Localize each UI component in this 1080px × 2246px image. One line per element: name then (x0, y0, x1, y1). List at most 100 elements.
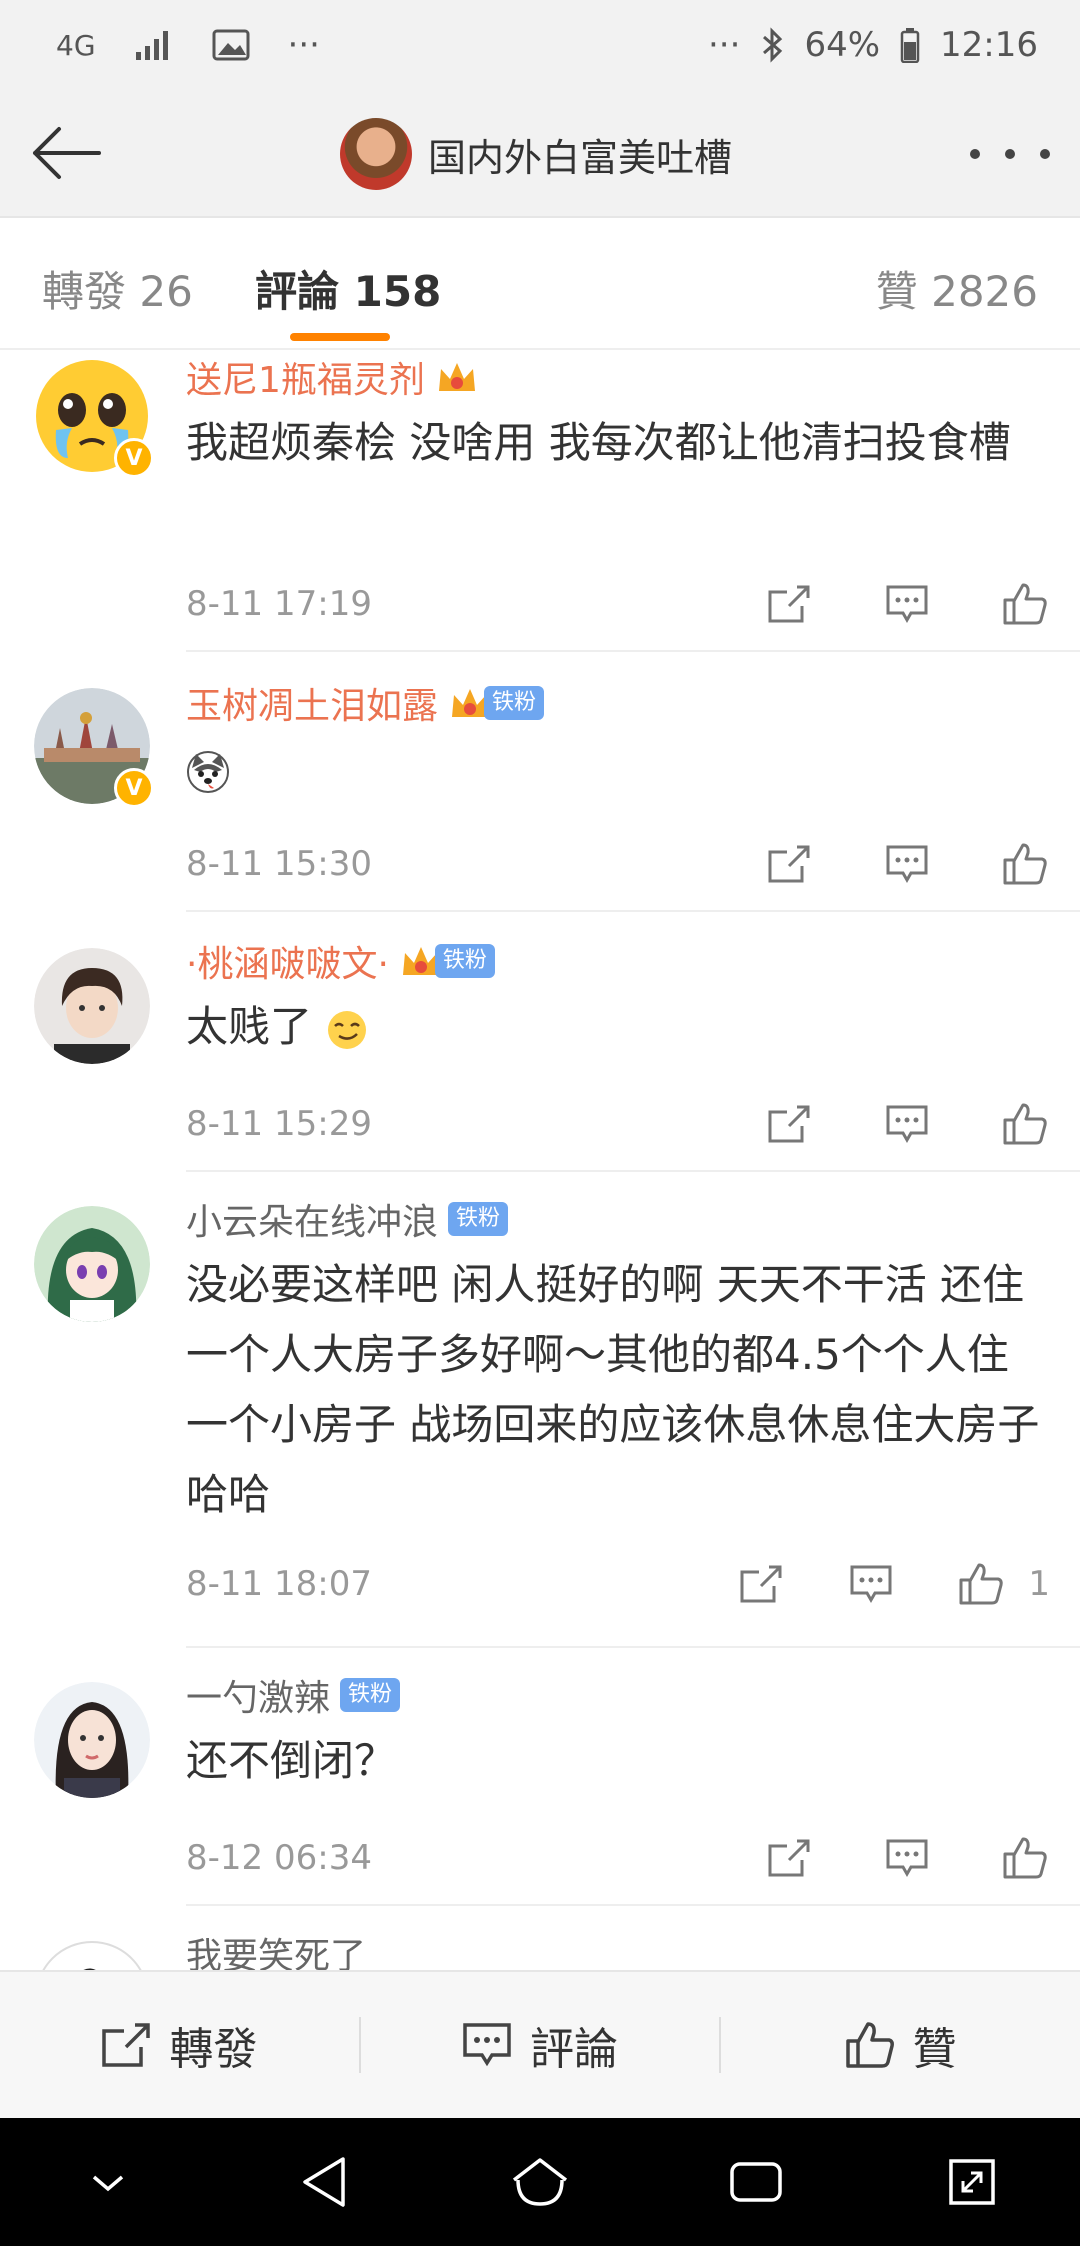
repost-icon (102, 2023, 151, 2067)
recents-nav-button[interactable] (716, 2142, 796, 2222)
comment-body: 一勺激辣 铁粉 还不倒闭？ (186, 1670, 1050, 1796)
divider (186, 910, 1080, 912)
comment-actions (764, 1833, 1050, 1883)
comment-time: 8-11 15:30 (186, 844, 372, 884)
comment-item: V 送尼1瓶福灵剂 我超烦秦桧 没啥用 我每次都让他清扫投食槽 8-11 17:… (0, 352, 1080, 654)
comment-text: 还不倒闭？ (186, 1736, 397, 1785)
like-icon[interactable] (1000, 1099, 1050, 1149)
battery-icon (900, 27, 920, 63)
repost-icon[interactable] (764, 1833, 814, 1883)
tab-reposts[interactable]: 轉發 26 (42, 258, 193, 319)
comment-time: 8-11 17:19 (186, 584, 372, 624)
fan-badge: 铁粉 (340, 1678, 401, 1712)
comment-body: 送尼1瓶福灵剂 我超烦秦桧 没啥用 我每次都让他清扫投食槽 (186, 352, 1050, 478)
person-photo-avatar-icon (34, 948, 150, 1064)
comment-actions (764, 579, 1050, 629)
like-count: 1 (1028, 1564, 1050, 1604)
comment-text: 没必要这样吧 闲人挺好的啊 天天不干活 还住一个人大房子多好啊～其他的都4.5个… (186, 1260, 1040, 1519)
repost-icon[interactable] (736, 1559, 786, 1609)
comment-meta: 8-11 15:30 (186, 834, 1050, 894)
comment-label: 評論 (530, 2024, 618, 2075)
husky-sticker-icon (187, 750, 229, 793)
comment-item: 小云朵在线冲浪 铁粉 没必要这样吧 闲人挺好的啊 天天不干活 还住一个人大房子多… (0, 1172, 1080, 1648)
tab-active-indicator (290, 333, 390, 341)
repost-icon[interactable] (764, 579, 814, 629)
verified-badge-icon: V (114, 768, 154, 808)
comment-text (186, 734, 1050, 804)
reply-icon[interactable] (882, 1099, 932, 1149)
reply-icon[interactable] (846, 1559, 896, 1609)
comment-text: 太贱了 (186, 1002, 313, 1051)
commenter-avatar[interactable] (34, 948, 150, 1064)
more-options-button[interactable] (970, 134, 1050, 174)
woman-photo-avatar-icon (34, 1682, 150, 1798)
comment-meta: 8-11 18:07 1 (186, 1554, 1050, 1614)
reply-icon[interactable] (882, 839, 932, 889)
like-icon[interactable] (1000, 839, 1050, 889)
back-nav-button[interactable] (284, 2142, 364, 2222)
dot-icon (970, 149, 980, 159)
name-line: 小云朵在线冲浪 铁粉 (186, 1194, 1050, 1244)
thumbs-up-icon (845, 2022, 894, 2068)
like-icon[interactable] (1000, 579, 1050, 629)
comment-time: 8-11 18:07 (186, 1564, 372, 1604)
back-button[interactable] (26, 120, 106, 186)
comment-text-line: 太贱了 (186, 992, 1050, 1062)
hide-keyboard-button[interactable] (68, 2142, 148, 2222)
back-arrow-icon (33, 127, 101, 179)
comment-meta: 8-12 06:34 (186, 1828, 1050, 1888)
comment-body: ·桃涵啵啵文· 铁粉 太贱了 (186, 936, 1050, 1062)
commenter-name[interactable]: 送尼1瓶福灵剂 (186, 352, 425, 403)
comment-list[interactable]: V 送尼1瓶福灵剂 我超烦秦桧 没啥用 我每次都让他清扫投食槽 8-11 17:… (0, 352, 1080, 1970)
reply-icon[interactable] (882, 1833, 932, 1883)
chevron-down-icon (92, 2175, 124, 2192)
status-more-left: ··· (287, 25, 320, 65)
commenter-avatar[interactable] (34, 1940, 150, 1970)
signal-icon (134, 28, 174, 62)
comment-actions (764, 839, 1050, 889)
like-label: 贊 (912, 2024, 957, 2075)
commenter-name[interactable]: 一勺激辣 (186, 1669, 330, 1721)
commenter-avatar[interactable]: V (34, 688, 154, 808)
home-icon (512, 2158, 568, 2206)
comment-meta: 8-11 17:19 (186, 574, 1050, 634)
like-icon[interactable] (956, 1559, 1006, 1609)
dot-icon (1005, 149, 1015, 159)
comment-body: 小云朵在线冲浪 铁粉 没必要这样吧 闲人挺好的啊 天天不干活 还住一个人大房子多… (186, 1194, 1050, 1530)
like-button[interactable]: 贊 (721, 1971, 1080, 2119)
commenter-name[interactable]: 小云朵在线冲浪 (186, 1193, 438, 1245)
reply-icon[interactable] (882, 579, 932, 629)
comment-button[interactable]: 評論 (361, 1971, 720, 2119)
crown-vip-icon (438, 363, 475, 391)
commenter-name[interactable]: ·桃涵啵啵文· (186, 935, 389, 987)
name-line: 送尼1瓶福灵剂 (186, 352, 1050, 402)
repost-icon[interactable] (764, 839, 814, 889)
tab-bar: 轉發 26 評論 158 贊 2826 (0, 220, 1080, 350)
commenter-name[interactable]: 我要笑死了 (186, 1927, 366, 1970)
status-left: 4G ··· (56, 20, 320, 70)
repost-icon[interactable] (764, 1099, 814, 1149)
dot-icon (1040, 149, 1050, 159)
tab-likes[interactable]: 贊 2826 (876, 258, 1038, 319)
comment-body: 我要笑死了 (186, 1928, 1050, 1970)
author-avatar[interactable] (340, 118, 412, 190)
fan-badge: 铁粉 (484, 686, 545, 720)
commenter-name[interactable]: 玉树凋土泪如露 (186, 677, 438, 729)
header-center[interactable]: 国内外白富美吐槽 (340, 116, 732, 192)
commenter-avatar[interactable] (34, 1206, 150, 1322)
expand-nav-button[interactable] (932, 2142, 1012, 2222)
commenter-avatar[interactable]: V (34, 358, 154, 478)
verified-badge-icon: V (114, 438, 154, 478)
comment-time: 8-11 15:29 (186, 1104, 372, 1144)
repost-button[interactable]: 轉發 (0, 1971, 359, 2119)
back-triangle-icon (303, 2157, 345, 2207)
recents-icon (730, 2162, 782, 2202)
commenter-avatar[interactable] (34, 1682, 150, 1798)
home-nav-button[interactable] (500, 2142, 580, 2222)
repost-label: 轉發 (169, 2024, 258, 2075)
network-label: 4G (56, 28, 96, 62)
like-icon[interactable] (1000, 1833, 1050, 1883)
comment-time: 8-12 06:34 (186, 1838, 372, 1878)
tab-comments[interactable]: 評論 158 (255, 258, 441, 319)
comment-item: ·桃涵啵啵文· 铁粉 太贱了 8-11 15:29 (0, 914, 1080, 1172)
